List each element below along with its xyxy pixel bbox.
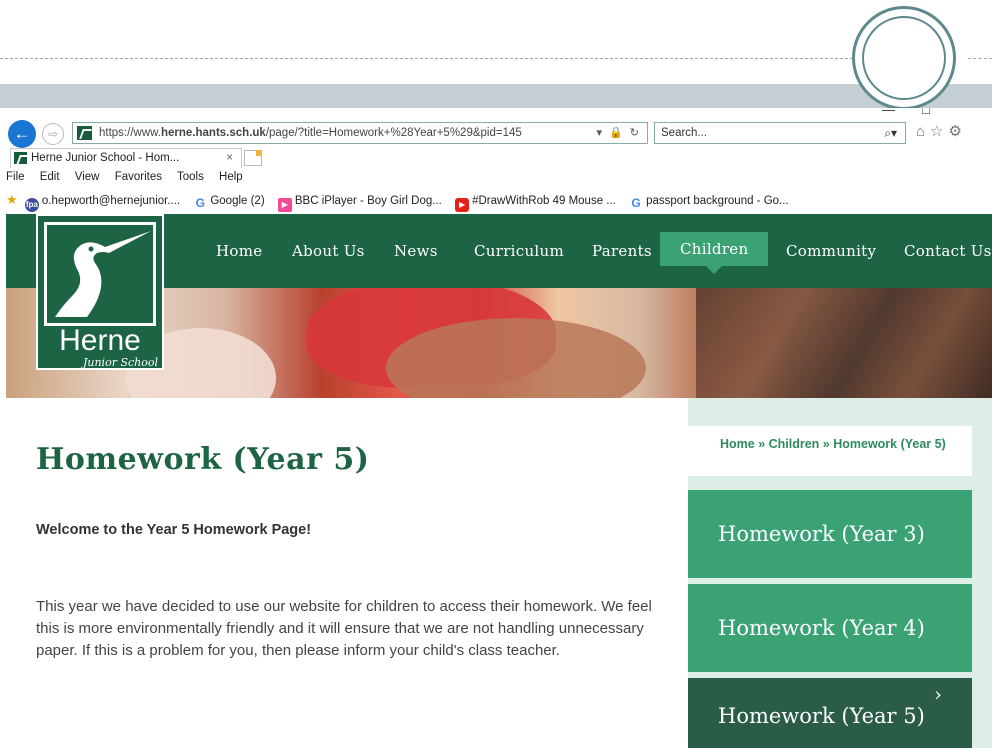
url-path: /page/?title=Homework+%28Year+5%29&pid=1… [265,127,522,139]
slide-divider [0,58,858,59]
fpa-icon: fpa [24,198,39,212]
favorite-link[interactable]: fpa o.hepworth@hernejunior.... [24,191,181,212]
menu-file[interactable]: File [6,171,25,183]
favorite-link[interactable]: G Google (2) [193,191,265,211]
favorites-star-icon[interactable]: ★ [6,192,18,207]
page-title: Homework (Year 5) [36,442,370,477]
presentation-slide: — □ ← ⇨ https://www.herne.hants.sch.uk/p… [0,0,992,748]
nav-parents[interactable]: Parents [592,242,652,260]
lock-refresh-icon[interactable]: ▾ 🔒 ↻ [596,123,641,143]
search-placeholder: Search... [661,127,708,139]
nav-curriculum[interactable]: Curriculum [474,242,564,260]
home-star-gear-icon[interactable]: ⌂☆⚙ [916,122,967,140]
school-logo[interactable]: Herne Junior School [36,214,164,370]
nav-home[interactable]: Home [216,242,262,260]
menu-tools[interactable]: Tools [177,171,204,183]
favorite-label: Google (2) [210,195,265,207]
chevron-right-icon: › [934,682,942,706]
forward-arrow-icon[interactable]: ⇨ [42,123,64,145]
minimize-button[interactable]: — [882,108,895,117]
new-tab-button[interactable] [244,150,262,166]
logo-subtitle: Junior School [82,356,158,369]
slide-band [0,84,992,108]
nav-community[interactable]: Community [786,242,876,260]
sidebar-item-year-3[interactable]: Homework (Year 3) [688,490,972,578]
address-bar[interactable]: https://www.herne.hants.sch.uk/page/?tit… [72,122,648,144]
nav-about-us[interactable]: About Us [292,242,365,260]
main-nav: Home About Us News Curriculum Parents Ch… [196,214,992,288]
favorites-bar: ★ fpa o.hepworth@hernejunior.... G Google … [6,190,992,212]
heron-logo-icon [44,222,156,326]
favorite-link[interactable]: ▶ BBC iPlayer - Boy Girl Dog... [277,191,442,212]
sidebar-item-label: Homework (Year 5) [718,704,925,728]
menu-view[interactable]: View [75,171,100,183]
menu-bar: File Edit View Favorites Tools Help [6,168,992,186]
logo-name: Herne [59,324,141,357]
tab-title: Herne Junior School - Hom... [31,152,180,164]
menu-favorites[interactable]: Favorites [115,171,162,183]
site-favicon-icon [77,126,92,140]
favorite-label: passport background - Go... [646,195,789,207]
nav-contact-us[interactable]: Contact Us [904,242,992,260]
sidebar-item-label: Homework (Year 3) [718,522,925,546]
menu-help[interactable]: Help [219,171,243,183]
sidebar-item-label: Homework (Year 4) [718,616,925,640]
favorite-label: BBC iPlayer - Boy Girl Dog... [294,195,442,207]
google-icon: G [193,196,208,210]
favorite-link[interactable]: ▶ #DrawWithRob 49 Mouse ... [455,191,616,212]
favorite-label: #DrawWithRob 49 Mouse ... [472,195,616,207]
close-tab-icon[interactable]: × [226,149,233,167]
back-arrow-icon[interactable]: ← [8,120,36,148]
sidebar-item-year-5[interactable]: Homework (Year 5) › [688,678,972,748]
main-content: Homework (Year 5) Welcome to the Year 5 … [6,398,688,748]
browser-tab[interactable]: Herne Junior School - Hom... × [10,148,242,168]
sidebar: Home » Children » Homework (Year 5) Home… [688,398,992,748]
favorite-label: o.hepworth@hernejunior.... [41,195,181,207]
url-domain: herne.hants.sch.uk [161,127,266,139]
tab-favicon-icon [14,152,27,164]
menu-edit[interactable]: Edit [40,171,60,183]
tab-row: Herne Junior School - Hom... × [6,148,992,168]
intro-paragraph: This year we have decided to use our web… [36,598,652,659]
youtube-icon: ▶ [455,198,470,212]
nav-news[interactable]: News [394,242,438,260]
search-input[interactable]: Search... ⌕▾ [654,122,906,144]
welcome-text: Welcome to the Year 5 Homework Page! [36,522,312,538]
slide-divider-end [968,58,992,59]
google-icon: G [629,196,644,210]
breadcrumb[interactable]: Home » Children » Homework (Year 5) [688,426,972,476]
search-icon[interactable]: ⌕▾ [884,123,897,143]
browser-screenshot: — □ ← ⇨ https://www.herne.hants.sch.uk/p… [6,108,992,748]
window-controls: — □ [882,108,992,120]
favorite-link[interactable]: Gpassport background - Go... [629,191,789,211]
slide-ring-ornament [852,6,956,110]
nav-children[interactable]: Children [660,232,769,274]
iplayer-icon: ▶ [277,198,292,212]
address-row: ← ⇨ https://www.herne.hants.sch.uk/page/… [6,120,992,148]
maximize-button[interactable]: □ [922,108,930,117]
sidebar-item-year-4[interactable]: Homework (Year 4) [688,584,972,672]
url-prefix: https://www. [99,127,161,139]
